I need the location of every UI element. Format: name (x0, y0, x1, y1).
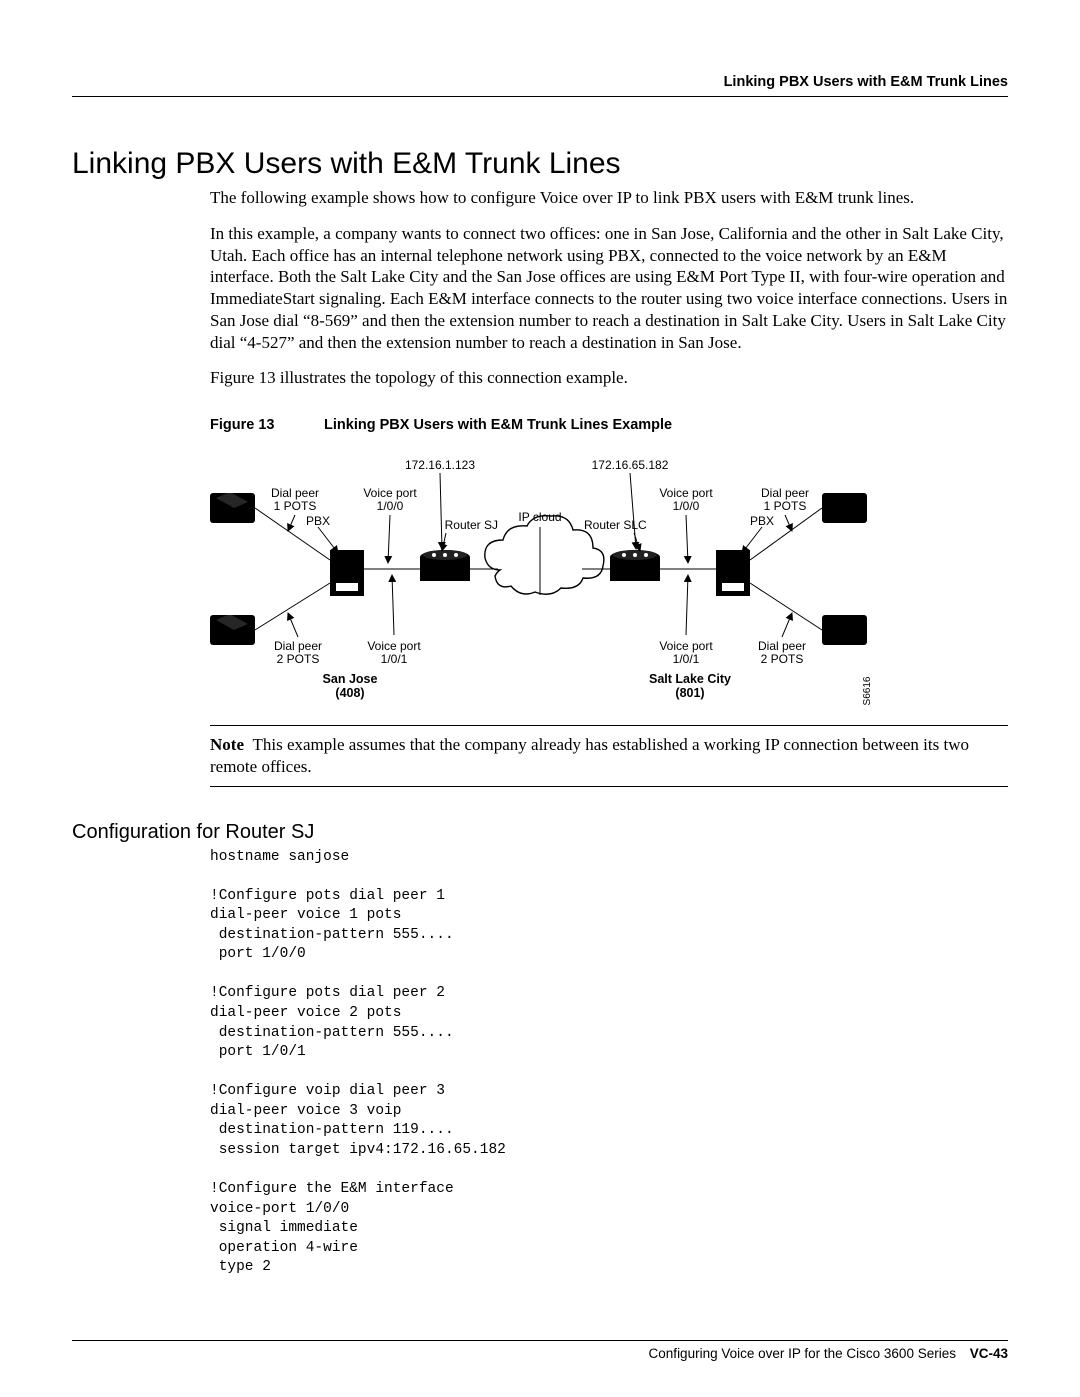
subsection-title: Configuration for Router SJ (72, 821, 1008, 844)
code-sj-label: (408) (335, 686, 364, 700)
code-slc-label: (801) (675, 686, 704, 700)
footer-page-number: VC-43 (970, 1346, 1008, 1361)
intro-para-1: The following example shows how to confi… (210, 187, 1008, 209)
router-icon (610, 550, 660, 581)
intro-para-3: Figure 13 illustrates the topology of th… (210, 367, 1008, 389)
page: Linking PBX Users with E&M Trunk Lines L… (0, 0, 1080, 1397)
dialpeer-label-r: Dial peer (761, 486, 809, 500)
phone-icon (210, 614, 255, 645)
ip-left-label: 172.16.1.123 (405, 458, 475, 472)
phone-icon (822, 493, 867, 523)
intro-para-2: In this example, a company wants to conn… (210, 223, 1008, 354)
city-sj-label: San Jose (323, 672, 378, 686)
ip-cloud-label: IP cloud (518, 510, 561, 524)
dialpeer2-label: Dial peer (274, 639, 322, 653)
section-title: Linking PBX Users with E&M Trunk Lines (72, 147, 1008, 181)
phone-icon (210, 492, 255, 523)
voiceport-num-label-rb: 1/0/1 (673, 652, 700, 666)
pbx-label-left: PBX (306, 514, 330, 528)
pbx-icon (330, 550, 364, 596)
voiceport-label-r: Voice port (659, 486, 713, 500)
voiceport-num-label: 1/0/0 (377, 499, 404, 513)
ip-right-label: 172.16.65.182 (592, 458, 669, 472)
topology-diagram: 172.16.1.123 172.16.65.182 (210, 455, 910, 715)
voiceport-label-b: Voice port (367, 639, 421, 653)
dialpeer2-label-r: Dial peer (758, 639, 806, 653)
voiceport-num-label-b: 1/0/1 (381, 652, 408, 666)
voiceport-num-label-r: 1/0/0 (673, 499, 700, 513)
phone-icon (822, 615, 867, 645)
config-code-block: hostname sanjose !Configure pots dial pe… (210, 848, 1008, 1278)
city-slc-label: Salt Lake City (649, 672, 731, 686)
note-block: Note This example assumes that the compa… (210, 725, 1008, 787)
dialpeer-label: Dial peer (271, 486, 319, 500)
pots2-label: 2 POTS (277, 652, 320, 666)
voiceport-label: Voice port (363, 486, 417, 500)
router-icon (420, 550, 470, 581)
figure-caption: Figure 13 Linking PBX Users with E&M Tru… (210, 417, 1008, 433)
router-slc-label: Router SLC (584, 518, 647, 532)
page-footer: Configuring Voice over IP for the Cisco … (72, 1340, 1008, 1361)
figure-label: Figure 13 (210, 417, 320, 433)
pbx-icon (716, 550, 750, 596)
pbx-label-right: PBX (750, 514, 774, 528)
note-label: Note (210, 735, 244, 754)
note-text: This example assumes that the company al… (210, 735, 969, 776)
running-header: Linking PBX Users with E&M Trunk Lines (72, 74, 1008, 97)
voiceport-label-rb: Voice port (659, 639, 713, 653)
pots-label: 1 POTS (274, 499, 317, 513)
pots2-label-r: 2 POTS (761, 652, 804, 666)
drawing-id-label: S6616 (862, 676, 873, 705)
pots-label-r: 1 POTS (764, 499, 807, 513)
footer-doc-title: Configuring Voice over IP for the Cisco … (649, 1346, 956, 1361)
figure-title: Linking PBX Users with E&M Trunk Lines E… (324, 417, 672, 433)
router-sj-label: Router SJ (445, 518, 498, 532)
